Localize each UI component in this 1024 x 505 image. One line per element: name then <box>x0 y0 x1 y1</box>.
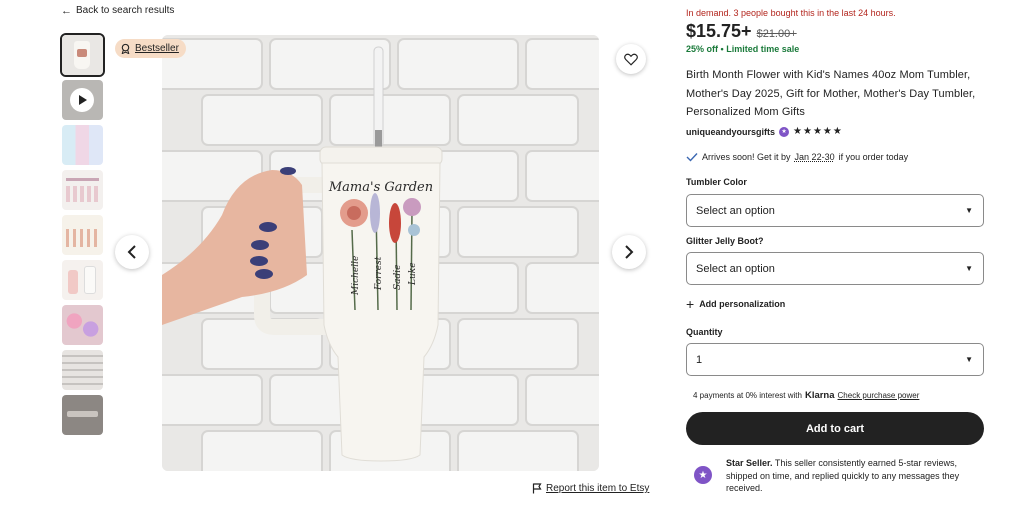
star-seller-title: Star Seller. <box>726 458 773 468</box>
chevron-right-icon <box>625 245 634 259</box>
thumbnail-1[interactable] <box>60 33 105 77</box>
main-product-image: Mama's Garden Michelle Forrest Sadie Luk… <box>162 35 599 471</box>
add-personalization-label: Add personalization <box>699 299 786 309</box>
thumbnail-9[interactable] <box>62 395 103 435</box>
shop-name-link[interactable]: uniqueandyoursgifts <box>686 127 775 137</box>
quantity-select[interactable]: 1 ▼ <box>686 343 984 376</box>
delivery-prefix: Arrives soon! Get it by <box>702 152 791 162</box>
cup-heading: Mama's Garden <box>328 180 433 195</box>
bestseller-label: Bestseller <box>135 43 179 54</box>
glitter-boot-select[interactable]: Select an option ▼ <box>686 252 984 285</box>
check-purchase-power-link[interactable]: Check purchase power <box>838 391 920 400</box>
cup-name-2: Forrest <box>374 256 384 291</box>
shop-row: uniqueandyoursgifts ★ ★★★★★ <box>686 126 843 137</box>
klarna-logo: Klarna <box>804 390 835 401</box>
back-link-label: Back to search results <box>76 5 175 16</box>
add-personalization-button[interactable]: + Add personalization <box>686 296 786 312</box>
thumbnail-6[interactable] <box>62 260 103 300</box>
tumbler-color-select[interactable]: Select an option ▼ <box>686 194 984 227</box>
tumbler-color-label: Tumbler Color <box>686 177 747 187</box>
play-icon <box>79 95 87 105</box>
sale-note: Limited time sale <box>726 44 800 54</box>
product-title: Birth Month Flower with Kid's Names 40oz… <box>686 69 976 118</box>
glitter-boot-value: Select an option <box>696 262 775 275</box>
report-item-link[interactable]: Report this item to Etsy <box>532 483 649 494</box>
previous-image-button[interactable] <box>115 235 149 269</box>
rating-stars[interactable]: ★★★★★ <box>793 126 843 137</box>
caret-down-icon: ▼ <box>965 355 973 364</box>
quantity-label: Quantity <box>686 327 723 337</box>
quantity-value: 1 <box>696 353 703 366</box>
cup-name-1: Michelle <box>351 256 361 296</box>
thumbnail-7[interactable] <box>62 305 103 345</box>
klarna-text: 4 payments at 0% interest with <box>693 391 802 400</box>
thumbnail-video[interactable] <box>62 80 103 120</box>
current-price: $15.75+ <box>686 21 752 41</box>
cup-name-3: Sadie <box>393 265 403 291</box>
sale-separator: • <box>720 44 724 54</box>
chevron-left-icon <box>127 245 136 259</box>
thumbnail-5[interactable] <box>62 215 103 255</box>
star-seller-info: ★ Star Seller. This seller consistently … <box>694 457 986 495</box>
delivery-estimate: Arrives soon! Get it by Jan 22-30 if you… <box>686 152 908 162</box>
award-icon <box>121 43 130 54</box>
star-seller-mini-icon: ★ <box>779 126 790 137</box>
star-seller-icon: ★ <box>694 466 712 484</box>
thumbnail-3[interactable] <box>62 125 103 165</box>
bestseller-badge[interactable]: Bestseller <box>115 39 186 58</box>
sale-info: 25% off • Limited time sale <box>686 44 799 54</box>
cup-name-4: Luke <box>408 262 418 286</box>
add-to-cart-button[interactable]: Add to cart <box>686 412 984 445</box>
glitter-boot-label: Glitter Jelly Boot? <box>686 236 764 246</box>
discount-label: 25% off <box>686 44 719 54</box>
caret-down-icon: ▼ <box>965 264 973 273</box>
delivery-suffix: if you order today <box>838 152 909 162</box>
price-row: $15.75+ $21.00+ <box>686 21 797 42</box>
original-price: $21.00+ <box>756 28 797 40</box>
back-to-search-link[interactable]: ← Back to search results <box>61 5 174 16</box>
caret-down-icon: ▼ <box>965 206 973 215</box>
tumbler-color-value: Select an option <box>696 204 775 217</box>
check-icon <box>686 153 698 162</box>
thumbnail-8[interactable] <box>62 350 103 390</box>
thumbnail-4[interactable] <box>62 170 103 210</box>
next-image-button[interactable] <box>612 235 646 269</box>
favorite-button[interactable] <box>616 44 646 74</box>
delivery-date[interactable]: Jan 22-30 <box>795 152 835 162</box>
plus-icon: + <box>686 296 695 312</box>
heart-icon <box>624 53 638 66</box>
arrow-left-icon: ← <box>61 4 72 17</box>
klarna-info: 4 payments at 0% interest with Klarna Ch… <box>693 390 919 401</box>
star-seller-text: Star Seller. This seller consistently ea… <box>726 457 986 495</box>
flag-icon <box>532 483 542 494</box>
demand-notice: In demand. 3 people bought this in the l… <box>686 8 896 18</box>
report-label: Report this item to Etsy <box>546 483 650 494</box>
